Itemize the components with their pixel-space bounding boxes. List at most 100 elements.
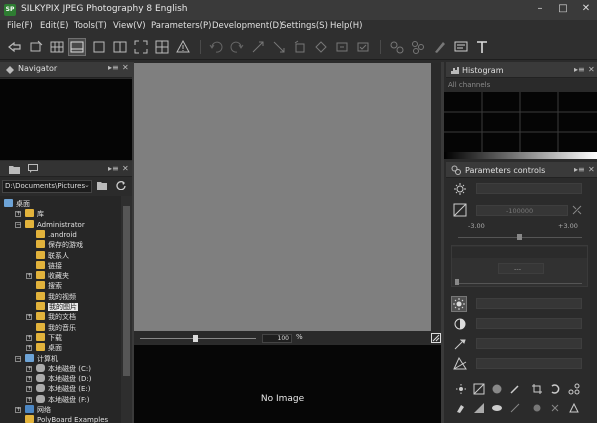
share-tool-icon[interactable] xyxy=(568,383,580,395)
filmstrip-view-icon[interactable] xyxy=(68,38,86,56)
exposure-icon[interactable] xyxy=(453,203,467,217)
parameters-menu-icon[interactable]: ▸≡ xyxy=(574,165,585,174)
line-tool-icon[interactable] xyxy=(509,402,521,414)
copy-params-icon[interactable] xyxy=(250,39,266,55)
gradient-tool-icon[interactable] xyxy=(473,402,485,414)
navigator-preview[interactable] xyxy=(0,79,132,160)
fit-corner-icon[interactable] xyxy=(431,333,441,343)
stamp-icon[interactable] xyxy=(431,39,447,55)
tree-expander-icon[interactable]: + xyxy=(26,273,32,280)
close-button[interactable]: ✕ xyxy=(575,0,597,18)
comment-tab-icon[interactable] xyxy=(28,164,38,173)
tree-item[interactable]: 联系人 xyxy=(36,250,69,261)
zoom-slider[interactable] xyxy=(140,338,256,339)
parameters-close-icon[interactable]: ✕ xyxy=(588,165,595,174)
sharpness-button[interactable] xyxy=(451,296,467,312)
filmstrip[interactable] xyxy=(134,345,441,423)
zoom-slider-thumb[interactable] xyxy=(193,335,198,342)
tree-item[interactable]: .android xyxy=(36,229,77,240)
tree-item[interactable]: 链接 xyxy=(36,260,62,271)
sphere-tool-icon[interactable] xyxy=(491,383,503,395)
open-folder-icon[interactable] xyxy=(97,181,107,190)
tree-expander-icon[interactable]: − xyxy=(15,221,21,228)
tree-item[interactable]: 本地磁盘 (D:) xyxy=(36,374,91,384)
rotate-left-icon[interactable] xyxy=(292,39,308,55)
white-balance-select[interactable] xyxy=(476,183,582,194)
tree-item[interactable]: 我的图片 xyxy=(36,302,78,312)
tree-item[interactable]: 计算机 xyxy=(25,353,58,364)
rotate-tool-icon[interactable] xyxy=(549,383,561,395)
tone-slider-thumb[interactable] xyxy=(455,279,459,285)
folder-tree[interactable]: 桌面 + 库 − Administrator .android 保存的游戏 联系人 链接 + 收藏夹… xyxy=(0,196,121,423)
retouch-tool-icon[interactable] xyxy=(568,402,580,414)
pen-tool-icon[interactable] xyxy=(509,383,521,395)
menu-development[interactable]: Development(D) xyxy=(212,21,282,31)
browser-close-icon[interactable]: ✕ xyxy=(122,164,129,173)
heal-tool-icon[interactable] xyxy=(531,402,543,414)
text-tool-icon[interactable] xyxy=(474,39,490,55)
next-image-icon[interactable] xyxy=(28,39,44,55)
menu-settings[interactable]: Settings(S) xyxy=(281,21,328,31)
eye-tool-icon[interactable] xyxy=(491,402,503,414)
tree-expander-icon[interactable]: + xyxy=(26,314,32,321)
warning-icon[interactable] xyxy=(175,39,191,55)
undo-icon[interactable] xyxy=(208,39,224,55)
brush-tool-icon[interactable] xyxy=(455,402,467,414)
tree-expander-icon[interactable]: + xyxy=(26,376,32,383)
menu-parameters[interactable]: Parameters(P) xyxy=(151,21,211,31)
menu-file[interactable]: File(F) xyxy=(7,21,33,31)
exposure-slider-thumb[interactable] xyxy=(517,234,522,240)
tree-item[interactable]: 网络 xyxy=(25,405,51,415)
menu-tools[interactable]: Tools(T) xyxy=(74,21,107,31)
tree-item[interactable]: Administrator xyxy=(25,219,85,230)
tree-item[interactable]: 收藏夹 xyxy=(36,271,69,281)
browser-menu-icon[interactable]: ▸≡ xyxy=(108,164,119,173)
eyedropper-icon[interactable] xyxy=(453,337,467,351)
fullscreen-icon[interactable] xyxy=(133,39,149,55)
single-view-icon[interactable] xyxy=(91,39,107,55)
maximize-button[interactable]: □ xyxy=(552,0,574,18)
saturation-icon[interactable] xyxy=(453,356,467,370)
tree-expander-icon[interactable]: − xyxy=(15,355,21,362)
menu-view[interactable]: View(V) xyxy=(113,21,146,31)
navigator-menu-icon[interactable]: ▸≡ xyxy=(108,63,119,72)
path-dropdown-icon[interactable]: ⌄ xyxy=(84,181,90,189)
rotate-right-icon[interactable] xyxy=(313,39,329,55)
sharpness-select[interactable] xyxy=(476,298,582,309)
saturation-select[interactable] xyxy=(476,358,582,369)
crop-icon[interactable] xyxy=(334,39,350,55)
exposure-auto-icon[interactable] xyxy=(572,205,582,215)
zoom-value[interactable]: 100 xyxy=(262,334,292,343)
tree-item[interactable]: 我的文档 xyxy=(36,312,76,322)
develop-icon[interactable] xyxy=(389,39,405,55)
tree-item[interactable]: 我的视频 xyxy=(36,291,76,302)
canvas-vertical-scrollbar[interactable] xyxy=(431,63,441,331)
batch-develop-icon[interactable] xyxy=(410,39,426,55)
white-balance-icon[interactable] xyxy=(453,182,467,196)
tree-expander-icon[interactable]: + xyxy=(15,407,21,413)
tree-expander-icon[interactable]: + xyxy=(26,334,32,341)
tone-slider[interactable] xyxy=(456,283,582,284)
tree-item[interactable]: 本地磁盘 (F:) xyxy=(36,394,90,405)
histogram-close-icon[interactable]: ✕ xyxy=(588,65,595,74)
redo-icon[interactable] xyxy=(229,39,245,55)
menu-help[interactable]: Help(H) xyxy=(330,21,362,31)
check-icon[interactable] xyxy=(355,39,371,55)
previous-image-icon[interactable] xyxy=(7,39,23,55)
tree-item[interactable]: 本地磁盘 (C:) xyxy=(36,363,91,374)
multi-grid-icon[interactable] xyxy=(154,39,170,55)
tree-item[interactable]: 我的音乐 xyxy=(36,322,76,333)
spot-tool-icon[interactable] xyxy=(549,402,561,414)
tree-item[interactable]: 下载 xyxy=(36,332,62,343)
crop-tool-icon[interactable] xyxy=(531,383,543,395)
tree-item[interactable]: 桌面 xyxy=(4,199,30,209)
tree-item[interactable]: 保存的游戏 xyxy=(36,240,83,250)
curve-tool-icon[interactable] xyxy=(473,383,485,395)
tree-expander-icon[interactable]: + xyxy=(26,396,32,403)
tree-item[interactable]: PolyBoard Examples xyxy=(25,415,108,423)
sun-tool-icon[interactable] xyxy=(455,383,467,395)
contrast-select[interactable] xyxy=(476,318,582,329)
contrast-icon[interactable] xyxy=(453,317,467,331)
path-input[interactable]: D:\Documents\Pictures xyxy=(2,180,92,193)
tree-expander-icon[interactable]: + xyxy=(26,386,32,393)
